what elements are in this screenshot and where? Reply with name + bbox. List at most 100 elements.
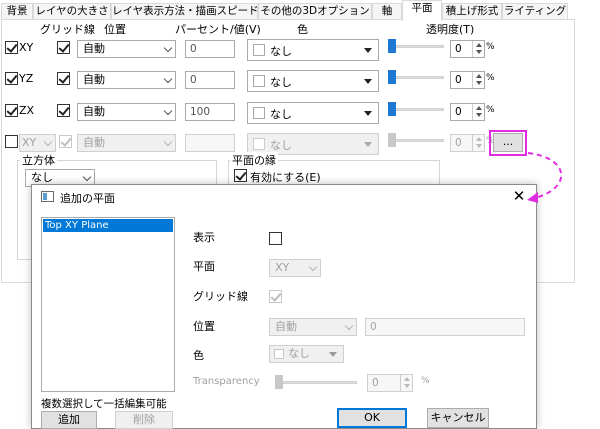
grid-zx-checkbox[interactable] bbox=[57, 104, 70, 117]
dialog-transparency-spin[interactable]: 0 bbox=[367, 374, 413, 392]
chevron-down-icon bbox=[163, 43, 173, 53]
tab-stacking[interactable]: 積上げ形式 bbox=[442, 3, 502, 20]
color-xy-select[interactable]: なし bbox=[247, 39, 379, 61]
plane-yz-label: YZ bbox=[19, 72, 34, 85]
spin-down-icon[interactable] bbox=[476, 81, 482, 85]
position-value-input[interactable]: 0 bbox=[365, 318, 525, 336]
tab-other-3d[interactable]: その他の3Dオプション bbox=[258, 3, 372, 20]
percent-unit: % bbox=[486, 42, 495, 52]
transparency-unit: % bbox=[421, 376, 430, 386]
grid-checkbox[interactable] bbox=[269, 290, 282, 303]
window-icon bbox=[41, 191, 54, 202]
tab-axis[interactable]: 軸 bbox=[372, 3, 402, 20]
slider-thumb[interactable] bbox=[275, 375, 283, 389]
position-xy-select[interactable]: 自動 bbox=[77, 40, 176, 58]
plane-extra-checkbox[interactable] bbox=[5, 135, 18, 148]
transparency-extra-slider[interactable] bbox=[388, 133, 444, 147]
dialog-titlebar: 追加の平面 ✕ bbox=[32, 185, 536, 211]
percent-zx-input[interactable]: 100 bbox=[185, 103, 235, 121]
tab-bar: 背景 レイヤの大きさ レイヤ表示方法・描画スピード その他の3Dオプション 軸 … bbox=[0, 0, 600, 21]
plane-label: 平面 bbox=[193, 260, 215, 273]
dropdown-arrow-icon bbox=[364, 79, 372, 84]
dropdown-arrow-icon bbox=[364, 111, 372, 116]
border-enable-label: 有効にする(E) bbox=[250, 171, 321, 184]
transparency-yz-slider[interactable] bbox=[388, 70, 444, 84]
chevron-down-icon bbox=[308, 262, 318, 272]
spin-down-icon[interactable] bbox=[476, 113, 482, 117]
slider-thumb[interactable] bbox=[388, 70, 396, 84]
tab-background[interactable]: 背景 bbox=[1, 3, 33, 20]
callout-arrow-icon bbox=[527, 152, 563, 203]
position-yz-select[interactable]: 自動 bbox=[77, 71, 176, 89]
delete-button[interactable]: 削除 bbox=[115, 411, 173, 429]
chevron-down-icon bbox=[163, 74, 173, 84]
multi-select-note: 複数選択して一括編集可能 bbox=[41, 398, 167, 410]
plane-yz-checkbox[interactable] bbox=[5, 72, 18, 85]
plane-zx-checkbox[interactable] bbox=[5, 104, 18, 117]
percent-yz-input[interactable]: 0 bbox=[185, 71, 235, 89]
show-label: 表示 bbox=[193, 231, 215, 244]
spin-up-icon[interactable] bbox=[476, 74, 482, 78]
position-extra-select[interactable]: 自動 bbox=[77, 134, 176, 152]
plane-border-group-title: 平面の縁 bbox=[230, 152, 278, 168]
color-swatch-icon bbox=[253, 44, 265, 56]
plane-xy-checkbox[interactable] bbox=[5, 41, 18, 54]
transparency-yz-spin[interactable]: 0 bbox=[450, 71, 485, 89]
cancel-button[interactable]: キャンセル bbox=[427, 408, 489, 428]
transparency-label: Transparency bbox=[193, 376, 260, 387]
slider-thumb[interactable] bbox=[388, 133, 396, 147]
cube-group-title: 立方体 bbox=[20, 152, 57, 168]
color-swatch-icon bbox=[274, 349, 284, 359]
transparency-zx-spin[interactable]: 0 bbox=[450, 103, 485, 121]
spin-down-icon[interactable] bbox=[404, 384, 410, 388]
grid-label: グリッド線 bbox=[193, 290, 248, 303]
planes-listbox[interactable]: Top XY Plane bbox=[41, 217, 175, 392]
position-select[interactable]: 自動 bbox=[269, 318, 357, 336]
chevron-down-icon bbox=[163, 106, 173, 116]
col-header-position: 位置 bbox=[104, 23, 126, 36]
grid-extra-checkbox[interactable] bbox=[59, 135, 72, 148]
border-enable-checkbox[interactable] bbox=[234, 169, 247, 182]
show-checkbox[interactable] bbox=[269, 232, 282, 245]
tab-layer-size[interactable]: レイヤの大きさ bbox=[33, 3, 111, 20]
spin-up-icon[interactable] bbox=[476, 43, 482, 47]
transparency-xy-spin[interactable]: 0 bbox=[450, 40, 485, 58]
tab-lighting[interactable]: ライティング bbox=[502, 3, 568, 20]
color-label: 色 bbox=[193, 349, 204, 362]
dropdown-arrow-icon bbox=[364, 48, 372, 53]
spin-down-icon[interactable] bbox=[476, 144, 482, 148]
additional-planes-dialog: 追加の平面 ✕ Top XY Plane 複数選択して一括編集可能 追加 削除 … bbox=[31, 184, 537, 429]
plane-extra-select[interactable]: XY bbox=[19, 134, 56, 152]
percent-unit: % bbox=[486, 73, 495, 83]
color-zx-select[interactable]: なし bbox=[247, 102, 379, 124]
tab-layer-display[interactable]: レイヤ表示方法・描画スピード bbox=[111, 3, 259, 20]
color-select[interactable]: なし bbox=[269, 345, 344, 363]
spin-up-icon[interactable] bbox=[476, 137, 482, 141]
transparency-xy-slider[interactable] bbox=[388, 39, 444, 53]
dropdown-arrow-icon bbox=[329, 352, 337, 357]
plane-select[interactable]: XY bbox=[269, 259, 321, 277]
slider-thumb[interactable] bbox=[388, 39, 396, 53]
transparency-extra-spin[interactable]: 0 bbox=[450, 134, 485, 152]
grid-xy-checkbox[interactable] bbox=[57, 41, 70, 54]
transparency-zx-slider[interactable] bbox=[388, 102, 444, 116]
add-button[interactable]: 追加 bbox=[41, 411, 97, 429]
chevron-down-icon bbox=[163, 137, 173, 147]
spin-up-icon[interactable] bbox=[476, 106, 482, 110]
spin-up-icon[interactable] bbox=[404, 377, 410, 381]
chevron-down-icon bbox=[82, 172, 92, 182]
tab-plane[interactable]: 平面 bbox=[402, 0, 442, 21]
position-zx-select[interactable]: 自動 bbox=[77, 103, 176, 121]
grid-yz-checkbox[interactable] bbox=[57, 72, 70, 85]
percent-extra-input[interactable] bbox=[185, 134, 235, 152]
ok-button[interactable]: OK bbox=[337, 408, 407, 428]
color-swatch-icon bbox=[253, 75, 265, 87]
color-swatch-icon bbox=[253, 107, 265, 119]
dialog-transparency-slider[interactable] bbox=[275, 375, 357, 389]
slider-thumb[interactable] bbox=[388, 102, 396, 116]
color-yz-select[interactable]: なし bbox=[247, 70, 379, 92]
list-item[interactable]: Top XY Plane bbox=[43, 219, 173, 232]
spin-down-icon[interactable] bbox=[476, 50, 482, 54]
percent-xy-input[interactable]: 0 bbox=[185, 40, 235, 58]
chevron-down-icon bbox=[43, 137, 53, 147]
